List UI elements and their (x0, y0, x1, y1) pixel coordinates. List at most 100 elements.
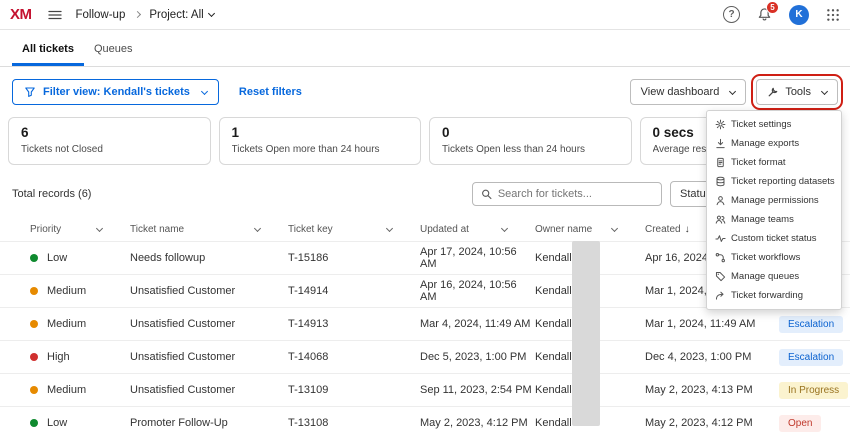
document-icon (715, 157, 726, 168)
stat-value: 0 (442, 125, 619, 140)
tag-icon (715, 271, 726, 282)
export-icon (715, 138, 726, 149)
updated-at-cell: Sep 11, 2023, 2:54 PM (420, 384, 535, 396)
tab-all-tickets[interactable]: All tickets (12, 30, 84, 66)
stat-card-open-more-24h: 1 Tickets Open more than 24 hours (219, 117, 422, 165)
database-icon (715, 176, 726, 187)
chevron-down-icon (821, 87, 828, 94)
total-records-label: Total records (6) (12, 188, 91, 200)
created-cell: Dec 4, 2023, 1:00 PM (645, 351, 779, 363)
status-badge: Escalation (779, 349, 843, 366)
ticket-key-cell: T-13108 (288, 417, 420, 429)
column-header-ticket-key[interactable]: Ticket key (288, 224, 420, 235)
menu-item-manage-permissions[interactable]: Manage permissions (707, 191, 841, 210)
priority-dot-medium (30, 320, 38, 328)
ticket-name-cell: Unsatisfied Customer (130, 285, 288, 297)
ticket-key-cell: T-14068 (288, 351, 420, 363)
tools-label: Tools (785, 86, 811, 98)
ticket-name-cell: Unsatisfied Customer (130, 351, 288, 363)
tools-button[interactable]: Tools (756, 79, 838, 105)
filter-view-dropdown[interactable]: Filter view: Kendall's tickets (12, 79, 219, 105)
menu-item-manage-queues[interactable]: Manage queues (707, 267, 841, 286)
status-cell: Escalation (779, 349, 850, 366)
menu-item-custom-ticket-status[interactable]: Custom ticket status (707, 229, 841, 248)
column-header-updated-at[interactable]: Updated at (420, 224, 535, 235)
priority-dot-medium (30, 386, 38, 394)
priority-dot-low (30, 254, 38, 262)
menu-item-ticket-forwarding[interactable]: Ticket forwarding (707, 286, 841, 305)
menu-item-ticket-workflows[interactable]: Ticket workflows (707, 248, 841, 267)
stat-label: Tickets Open more than 24 hours (232, 144, 409, 155)
created-cell: Mar 1, 2024, 11:49 AM (645, 318, 779, 330)
status-cell: Escalation (779, 316, 850, 333)
workflow-icon (715, 252, 726, 263)
chevron-down-icon (386, 224, 393, 231)
search-icon (481, 188, 492, 200)
menu-item-manage-exports[interactable]: Manage exports (707, 134, 841, 153)
tab-queues[interactable]: Queues (84, 30, 143, 66)
apps-grid-icon[interactable] (826, 8, 840, 22)
sort-desc-icon: ↓ (685, 224, 690, 235)
ticket-key-cell: T-14914 (288, 285, 420, 297)
created-cell: May 2, 2023, 4:12 PM (645, 417, 779, 429)
status-pulse-icon (715, 233, 726, 244)
view-dashboard-button[interactable]: View dashboard (630, 79, 747, 105)
updated-at-cell: Dec 5, 2023, 1:00 PM (420, 351, 535, 363)
updated-at-cell: Apr 17, 2024, 10:56 AM (420, 246, 535, 270)
table-row[interactable]: High Unsatisfied Customer T-14068 Dec 5,… (0, 340, 850, 373)
ticket-key-cell: T-14913 (288, 318, 420, 330)
search-input[interactable] (498, 188, 653, 200)
project-selector-label: Project: All (149, 9, 203, 21)
status-cell: Open (779, 415, 850, 432)
ticket-name-cell: Unsatisfied Customer (130, 318, 288, 330)
menu-item-ticket-format[interactable]: Ticket format (707, 153, 841, 172)
priority-dot-medium (30, 287, 38, 295)
table-row[interactable]: Medium Unsatisfied Customer T-14913 Mar … (0, 307, 850, 340)
gear-icon (715, 119, 726, 130)
tabs-bar: All tickets Queues (0, 30, 850, 67)
column-header-ticket-name[interactable]: Ticket name (130, 224, 288, 235)
help-button[interactable]: ? (723, 6, 740, 23)
menu-item-manage-teams[interactable]: Manage teams (707, 210, 841, 229)
updated-at-cell: May 2, 2023, 4:12 PM (420, 417, 535, 429)
chevron-down-icon (208, 10, 215, 17)
ticket-name-cell: Needs followup (130, 252, 288, 264)
chevron-down-icon (501, 224, 508, 231)
ticket-name-cell: Unsatisfied Customer (130, 384, 288, 396)
column-header-owner-name[interactable]: Owner name (535, 224, 645, 235)
menu-item-ticket-settings[interactable]: Ticket settings (707, 115, 841, 134)
project-selector[interactable]: Project: All (149, 9, 213, 21)
updated-at-cell: Mar 4, 2024, 11:49 AM (420, 318, 535, 330)
hamburger-icon (48, 9, 62, 21)
updated-at-cell: Apr 16, 2024, 10:56 AM (420, 279, 535, 303)
stat-value: 1 (232, 125, 409, 140)
stat-card-not-closed: 6 Tickets not Closed (8, 117, 211, 165)
table-row[interactable]: Low Promoter Follow-Up T-13108 May 2, 20… (0, 406, 850, 439)
status-badge: In Progress (779, 382, 848, 399)
avatar[interactable]: K (789, 5, 809, 25)
table-scrollbar[interactable] (572, 241, 600, 426)
stat-value: 6 (21, 125, 198, 140)
top-bar: XM Follow-up Project: All ? 5 K (0, 0, 850, 30)
wrench-icon (767, 86, 779, 98)
column-header-priority[interactable]: Priority (30, 224, 130, 235)
hamburger-menu-button[interactable] (48, 9, 62, 21)
chevron-down-icon (96, 224, 103, 231)
table-row[interactable]: Medium Unsatisfied Customer T-13109 Sep … (0, 373, 850, 406)
chevron-right-icon (134, 11, 141, 18)
ticket-key-cell: T-13109 (288, 384, 420, 396)
reset-filters-link[interactable]: Reset filters (239, 86, 302, 98)
notifications-button[interactable]: 5 (757, 7, 772, 22)
stat-label: Tickets Open less than 24 hours (442, 144, 619, 155)
created-cell: May 2, 2023, 4:13 PM (645, 384, 779, 396)
xm-logo: XM (10, 6, 32, 23)
stat-label: Tickets not Closed (21, 144, 198, 155)
view-dashboard-label: View dashboard (641, 86, 720, 98)
menu-item-ticket-reporting-datasets[interactable]: Ticket reporting datasets (707, 172, 841, 191)
chevron-down-icon (254, 224, 261, 231)
chevron-down-icon (729, 87, 736, 94)
notification-badge: 5 (766, 1, 779, 14)
search-box[interactable] (472, 182, 662, 206)
filter-bar: Filter view: Kendall's tickets Reset fil… (0, 67, 850, 115)
forward-arrow-icon (715, 290, 726, 301)
